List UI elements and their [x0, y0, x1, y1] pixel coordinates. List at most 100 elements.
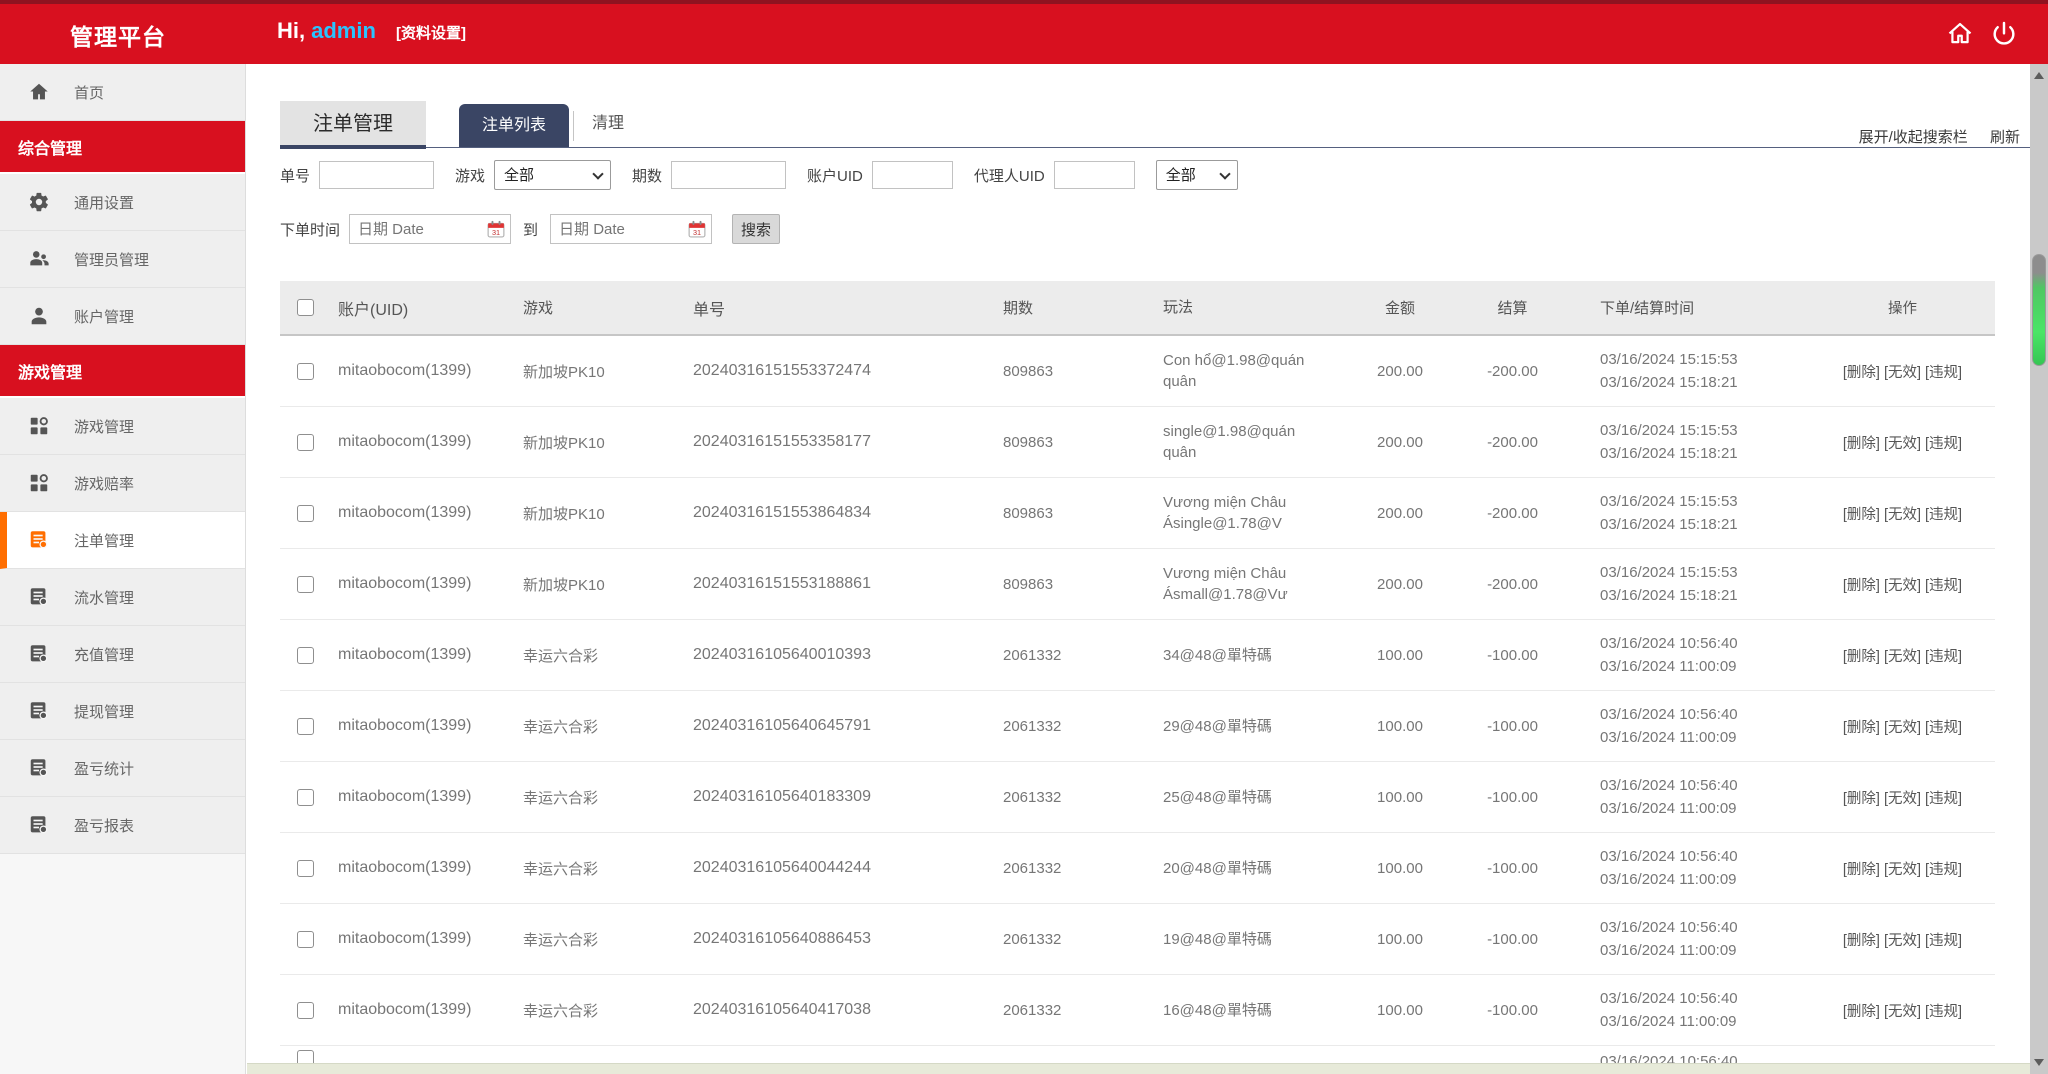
- calendar-icon[interactable]: 31: [688, 220, 706, 238]
- row-checkbox[interactable]: [297, 363, 314, 380]
- cell-play: 19@48@單特碼: [1155, 904, 1345, 974]
- invalid-link[interactable]: [无效]: [1884, 361, 1921, 382]
- home-icon[interactable]: [1946, 20, 1974, 48]
- violation-link[interactable]: [违规]: [1925, 929, 1962, 950]
- sidebar-item-general-settings[interactable]: 通用设置: [0, 174, 245, 231]
- play-text: Con hổ@1.98@quán quân: [1163, 350, 1321, 392]
- cell-order: [685, 1046, 995, 1063]
- delete-link[interactable]: [删除]: [1843, 929, 1880, 950]
- delete-link[interactable]: [删除]: [1843, 645, 1880, 666]
- play-text: 29@48@單特碼: [1163, 716, 1272, 737]
- violation-link[interactable]: [违规]: [1925, 858, 1962, 879]
- cell-amount: 200.00: [1345, 549, 1455, 619]
- greeting-text: Hi,: [277, 18, 305, 43]
- sidebar-item-profit-stats[interactable]: 盈亏统计: [0, 740, 245, 797]
- cell-issue: 2061332: [995, 762, 1155, 832]
- violation-link[interactable]: [违规]: [1925, 503, 1962, 524]
- sidebar-item-recharge-management[interactable]: 充值管理: [0, 626, 245, 683]
- row-checkbox-cell: [280, 691, 330, 761]
- delete-link[interactable]: [删除]: [1843, 574, 1880, 595]
- violation-link[interactable]: [违规]: [1925, 432, 1962, 453]
- search-button[interactable]: 搜索: [732, 214, 780, 244]
- cell-play: 34@48@單特碼: [1155, 620, 1345, 690]
- row-checkbox[interactable]: [297, 718, 314, 735]
- order-settle-times: 03/16/2024 10:56:4003/16/2024 11:00:09: [1600, 916, 1738, 962]
- row-checkbox[interactable]: [297, 505, 314, 522]
- sidebar-item-label: 游戏赔率: [74, 473, 134, 494]
- tab-cleanup[interactable]: 清理: [573, 111, 642, 141]
- row-checkbox[interactable]: [297, 434, 314, 451]
- invalid-link[interactable]: [无效]: [1884, 716, 1921, 737]
- sidebar-item-admin-management[interactable]: 管理员管理: [0, 231, 245, 288]
- delete-link[interactable]: [删除]: [1843, 716, 1880, 737]
- scrollbar-thumb[interactable]: [2032, 254, 2046, 366]
- row-checkbox[interactable]: [297, 789, 314, 806]
- invalid-link[interactable]: [无效]: [1884, 858, 1921, 879]
- cell-actions: [删除][无效][违规]: [1810, 691, 1995, 761]
- table-row: mitaobocom(1399)幸运六合彩2024031610564004424…: [280, 833, 1995, 904]
- delete-link[interactable]: [删除]: [1843, 503, 1880, 524]
- status-select[interactable]: 全部: [1156, 160, 1238, 190]
- calendar-icon[interactable]: 31: [487, 220, 505, 238]
- sidebar-item-account-management[interactable]: 账户管理: [0, 288, 245, 345]
- invalid-link[interactable]: [无效]: [1884, 432, 1921, 453]
- account-uid-input[interactable]: [872, 161, 953, 189]
- game-select[interactable]: 全部: [494, 160, 611, 190]
- cell-time: 03/16/2024 10:56:4003/16/2024 11:00:09: [1570, 691, 1810, 761]
- vertical-scrollbar[interactable]: [2030, 64, 2048, 1074]
- violation-link[interactable]: [违规]: [1925, 787, 1962, 808]
- profile-settings-link[interactable]: [资料设置]: [396, 25, 466, 42]
- search-filter-panel: 单号 游戏 全部 期数 账户UID 代理人UID 全部 下单时间 31: [280, 160, 2010, 268]
- table-row: mitaobocom(1399)幸运六合彩2024031610564041703…: [280, 975, 1995, 1046]
- violation-link[interactable]: [违规]: [1925, 574, 1962, 595]
- sidebar-item-withdraw-management[interactable]: 提现管理: [0, 683, 245, 740]
- delete-link[interactable]: [删除]: [1843, 1000, 1880, 1021]
- violation-link[interactable]: [违规]: [1925, 361, 1962, 382]
- violation-link[interactable]: [违规]: [1925, 716, 1962, 737]
- cell-order: 20240316105640645791: [685, 691, 995, 761]
- row-checkbox[interactable]: [297, 1050, 314, 1063]
- delete-link[interactable]: [删除]: [1843, 858, 1880, 879]
- order-no-input[interactable]: [319, 161, 434, 189]
- invalid-link[interactable]: [无效]: [1884, 503, 1921, 524]
- row-checkbox-cell: [280, 620, 330, 690]
- invalid-link[interactable]: [无效]: [1884, 929, 1921, 950]
- sidebar-item-profit-report[interactable]: 盈亏报表: [0, 797, 245, 854]
- row-checkbox[interactable]: [297, 647, 314, 664]
- row-checkbox[interactable]: [297, 1002, 314, 1019]
- power-icon[interactable]: [1990, 20, 2018, 48]
- select-all-checkbox[interactable]: [297, 299, 314, 316]
- sidebar-item-transaction-management[interactable]: 流水管理: [0, 569, 245, 626]
- sidebar-item-game-odds[interactable]: 游戏赔率: [0, 455, 245, 512]
- row-checkbox[interactable]: [297, 931, 314, 948]
- issue-input[interactable]: [671, 161, 786, 189]
- delete-link[interactable]: [删除]: [1843, 787, 1880, 808]
- row-checkbox[interactable]: [297, 576, 314, 593]
- invalid-link[interactable]: [无效]: [1884, 787, 1921, 808]
- invalid-link[interactable]: [无效]: [1884, 645, 1921, 666]
- agent-uid-input[interactable]: [1054, 161, 1135, 189]
- sidebar-item-home[interactable]: 首页: [0, 64, 245, 121]
- row-checkbox-cell: [280, 549, 330, 619]
- sidebar-item-game-management[interactable]: 游戏管理: [0, 398, 245, 455]
- violation-link[interactable]: [违规]: [1925, 1000, 1962, 1021]
- cell-issue: 809863: [995, 407, 1155, 477]
- invalid-link[interactable]: [无效]: [1884, 1000, 1921, 1021]
- invalid-link[interactable]: [无效]: [1884, 574, 1921, 595]
- violation-link[interactable]: [违规]: [1925, 645, 1962, 666]
- delete-link[interactable]: [删除]: [1843, 432, 1880, 453]
- sidebar-item-label: 首页: [74, 82, 104, 103]
- cell-issue: 809863: [995, 478, 1155, 548]
- horizontal-scrollbar[interactable]: [247, 1063, 2030, 1074]
- column-header-account: 账户(UID): [330, 281, 515, 334]
- row-checkbox-cell: [280, 407, 330, 477]
- tab-bet-list[interactable]: 注单列表: [459, 104, 569, 147]
- scroll-down-icon[interactable]: [2034, 1059, 2044, 1066]
- row-checkbox[interactable]: [297, 860, 314, 877]
- delete-link[interactable]: [删除]: [1843, 361, 1880, 382]
- sidebar-item-bet-management[interactable]: 注单管理: [0, 512, 245, 569]
- game-select-wrap: 全部: [494, 160, 611, 190]
- cell-play: [1155, 1046, 1345, 1063]
- scroll-up-icon[interactable]: [2034, 72, 2044, 79]
- app-brand: 管理平台: [70, 18, 166, 52]
